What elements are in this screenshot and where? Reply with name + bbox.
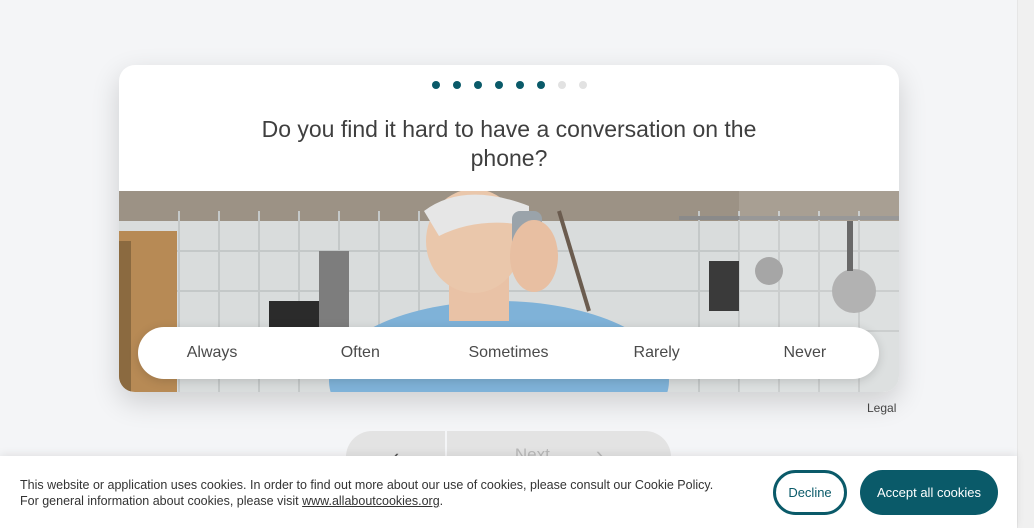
progress-dot bbox=[557, 81, 566, 89]
progress-dot bbox=[494, 81, 503, 89]
cookie-message: This website or application uses cookies… bbox=[20, 477, 720, 509]
answer-sometimes[interactable]: Sometimes bbox=[434, 344, 582, 362]
progress-dot bbox=[431, 81, 440, 89]
cookie-info-link[interactable]: www.allaboutcookies.org bbox=[302, 494, 440, 508]
accept-cookies-button[interactable]: Accept all cookies bbox=[860, 470, 998, 515]
cookie-banner: This website or application uses cookies… bbox=[0, 456, 1017, 528]
progress-dots bbox=[119, 81, 899, 89]
answer-always[interactable]: Always bbox=[138, 344, 286, 362]
cookie-text-end: . bbox=[439, 494, 444, 508]
progress-dot bbox=[452, 81, 461, 89]
answer-often[interactable]: Often bbox=[286, 344, 434, 362]
progress-dot bbox=[578, 81, 587, 89]
question-text: Do you find it hard to have a conversati… bbox=[261, 116, 757, 171]
answer-rarely[interactable]: Rarely bbox=[583, 344, 731, 362]
survey-card: Do you find it hard to have a conversati… bbox=[119, 65, 899, 392]
legal-link[interactable]: Legal bbox=[867, 401, 896, 415]
progress-dot bbox=[536, 81, 545, 89]
progress-dot bbox=[515, 81, 524, 89]
page-scrollbar[interactable] bbox=[1017, 0, 1034, 528]
decline-cookies-button[interactable]: Decline bbox=[773, 470, 847, 515]
answer-never[interactable]: Never bbox=[731, 344, 879, 362]
answer-options: Always Often Sometimes Rarely Never bbox=[138, 327, 879, 379]
progress-dot bbox=[473, 81, 482, 89]
